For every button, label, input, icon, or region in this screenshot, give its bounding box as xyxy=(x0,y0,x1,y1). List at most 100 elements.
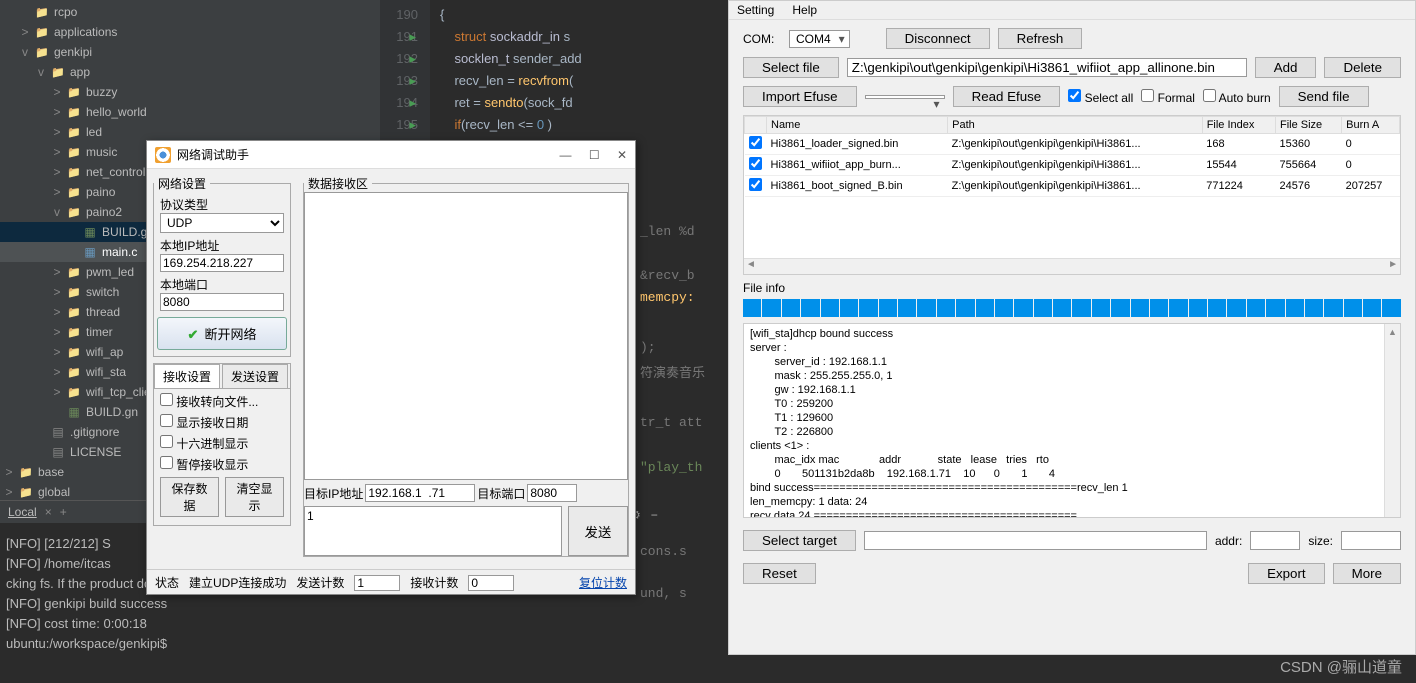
file-table[interactable]: NamePathFile IndexFile SizeBurn AHi3861_… xyxy=(743,115,1401,275)
com-select[interactable]: COM4 xyxy=(789,30,850,48)
row-checkbox[interactable] xyxy=(749,178,762,191)
folder-icon xyxy=(66,145,82,159)
dest-port-input[interactable] xyxy=(527,484,577,502)
chk-forward-file[interactable]: 接收转向文件... xyxy=(160,393,284,410)
send-button[interactable]: 发送 xyxy=(568,506,628,556)
disconnect-button[interactable]: Disconnect xyxy=(886,28,990,49)
dest-ip-input[interactable] xyxy=(365,484,475,502)
chevron-icon: > xyxy=(52,385,62,399)
tab-send-settings[interactable]: 发送设置 xyxy=(222,364,288,388)
tree-folder[interactable]: >led xyxy=(0,122,380,142)
send-count xyxy=(354,575,400,591)
menu-bar: Setting Help xyxy=(729,1,1415,20)
recv-area-label: 数据接收区 xyxy=(304,175,372,192)
row-checkbox[interactable] xyxy=(749,157,762,170)
tree-folder[interactable]: vgenkipi xyxy=(0,42,380,62)
auto-burn-checkbox[interactable]: Auto burn xyxy=(1203,89,1271,105)
code-area[interactable]: { struct sockaddr_in s socklen_t sender_… xyxy=(440,0,730,136)
txt-icon xyxy=(50,425,66,439)
h-scrollbar[interactable] xyxy=(744,258,1400,274)
code-fragment: memcpy: xyxy=(640,290,695,305)
target-input[interactable] xyxy=(864,531,1207,550)
table-header[interactable]: Burn A xyxy=(1342,117,1400,134)
size-input[interactable] xyxy=(1341,531,1401,550)
folder-icon xyxy=(66,105,82,119)
export-button[interactable]: Export xyxy=(1248,563,1325,584)
close-tab-icon[interactable]: × xyxy=(45,505,52,519)
table-header[interactable]: File Size xyxy=(1276,117,1342,134)
table-row[interactable]: Hi3861_wifiiot_app_burn...Z:\genkipi\out… xyxy=(745,155,1400,176)
protocol-select[interactable]: UDP xyxy=(160,213,284,233)
txt-icon xyxy=(50,445,66,459)
tree-label: main.c xyxy=(102,245,137,259)
file-path-input[interactable] xyxy=(847,58,1247,77)
folder-icon xyxy=(18,465,34,479)
tree-label: led xyxy=(86,125,102,139)
window-title: 网络调试助手 xyxy=(177,146,249,163)
watermark: CSDN @骊山道童 xyxy=(1280,656,1402,677)
minus-icon[interactable]: − xyxy=(651,508,658,522)
select-target-button[interactable]: Select target xyxy=(743,530,856,551)
delete-button[interactable]: Delete xyxy=(1324,57,1401,78)
refresh-button[interactable]: Refresh xyxy=(998,28,1083,49)
read-efuse-button[interactable]: Read Efuse xyxy=(953,86,1061,107)
recv-textarea[interactable] xyxy=(304,192,628,480)
recv-area-group: 数据接收区 目标IP地址 目标端口 1 发送 xyxy=(303,175,629,557)
window-titlebar[interactable]: 网络调试助手 — ☐ ✕ xyxy=(147,141,635,169)
tree-folder[interactable]: >hello_world xyxy=(0,102,380,122)
table-row[interactable]: Hi3861_boot_signed_B.binZ:\genkipi\out\g… xyxy=(745,176,1400,197)
table-header[interactable] xyxy=(745,117,767,134)
formal-checkbox[interactable]: Formal xyxy=(1141,89,1195,105)
local-port-input[interactable] xyxy=(160,293,284,311)
send-count-label: 发送计数 xyxy=(296,574,344,591)
log-output[interactable]: [wifi_sta]dhcp bound success server : se… xyxy=(743,323,1401,518)
chevron-icon: > xyxy=(52,85,62,99)
tree-label: rcpo xyxy=(54,5,77,19)
tree-label: timer xyxy=(86,325,113,339)
local-ip-input[interactable] xyxy=(160,254,284,272)
tree-folder[interactable]: >buzzy xyxy=(0,82,380,102)
local-tab[interactable]: Local xyxy=(8,505,37,519)
com-label: COM: xyxy=(743,32,781,46)
addr-input[interactable] xyxy=(1250,531,1300,550)
efuse-select[interactable] xyxy=(865,95,945,99)
maximize-icon[interactable]: ☐ xyxy=(589,148,600,162)
send-file-button[interactable]: Send file xyxy=(1279,86,1369,107)
menu-setting[interactable]: Setting xyxy=(737,3,774,17)
tree-folder[interactable]: vapp xyxy=(0,62,380,82)
chk-show-date[interactable]: 显示接收日期 xyxy=(160,414,284,431)
tree-label: thread xyxy=(86,305,120,319)
table-header[interactable]: Name xyxy=(767,117,948,134)
send-textarea[interactable]: 1 xyxy=(304,506,562,556)
tab-recv-settings[interactable]: 接收设置 xyxy=(154,364,220,388)
chevron-icon: > xyxy=(52,145,62,159)
table-row[interactable]: Hi3861_loader_signed.binZ:\genkipi\out\g… xyxy=(745,134,1400,155)
chk-hex-display[interactable]: 十六进制显示 xyxy=(160,435,284,452)
add-button[interactable]: Add xyxy=(1255,57,1317,78)
size-label: size: xyxy=(1308,534,1333,548)
select-file-button[interactable]: Select file xyxy=(743,57,839,78)
save-data-button[interactable]: 保存数据 xyxy=(160,477,219,517)
v-scrollbar[interactable] xyxy=(1384,324,1400,517)
tree-folder[interactable]: rcpo xyxy=(0,2,380,22)
tree-folder[interactable]: >applications xyxy=(0,22,380,42)
disconnect-button[interactable]: ✔断开网络 xyxy=(157,317,287,350)
more-button[interactable]: More xyxy=(1333,563,1401,584)
minimize-icon[interactable]: — xyxy=(559,148,571,162)
chk-pause-recv[interactable]: 暂停接收显示 xyxy=(160,456,284,473)
menu-help[interactable]: Help xyxy=(792,3,817,17)
tree-label: app xyxy=(70,65,90,79)
reset-counter-link[interactable]: 复位计数 xyxy=(579,574,627,591)
close-icon[interactable]: ✕ xyxy=(617,148,627,162)
add-tab-icon[interactable]: + xyxy=(60,505,67,519)
folder-icon xyxy=(50,65,66,79)
reset-button[interactable]: Reset xyxy=(743,563,816,584)
select-all-checkbox[interactable]: Select all xyxy=(1068,89,1133,105)
table-header[interactable]: Path xyxy=(948,117,1203,134)
code-fragment: 符演奏音乐 xyxy=(640,362,705,381)
import-efuse-button[interactable]: Import Efuse xyxy=(743,86,857,107)
tree-label: LICENSE xyxy=(70,445,121,459)
table-header[interactable]: File Index xyxy=(1202,117,1275,134)
row-checkbox[interactable] xyxy=(749,136,762,149)
clear-display-button[interactable]: 清空显示 xyxy=(225,477,284,517)
